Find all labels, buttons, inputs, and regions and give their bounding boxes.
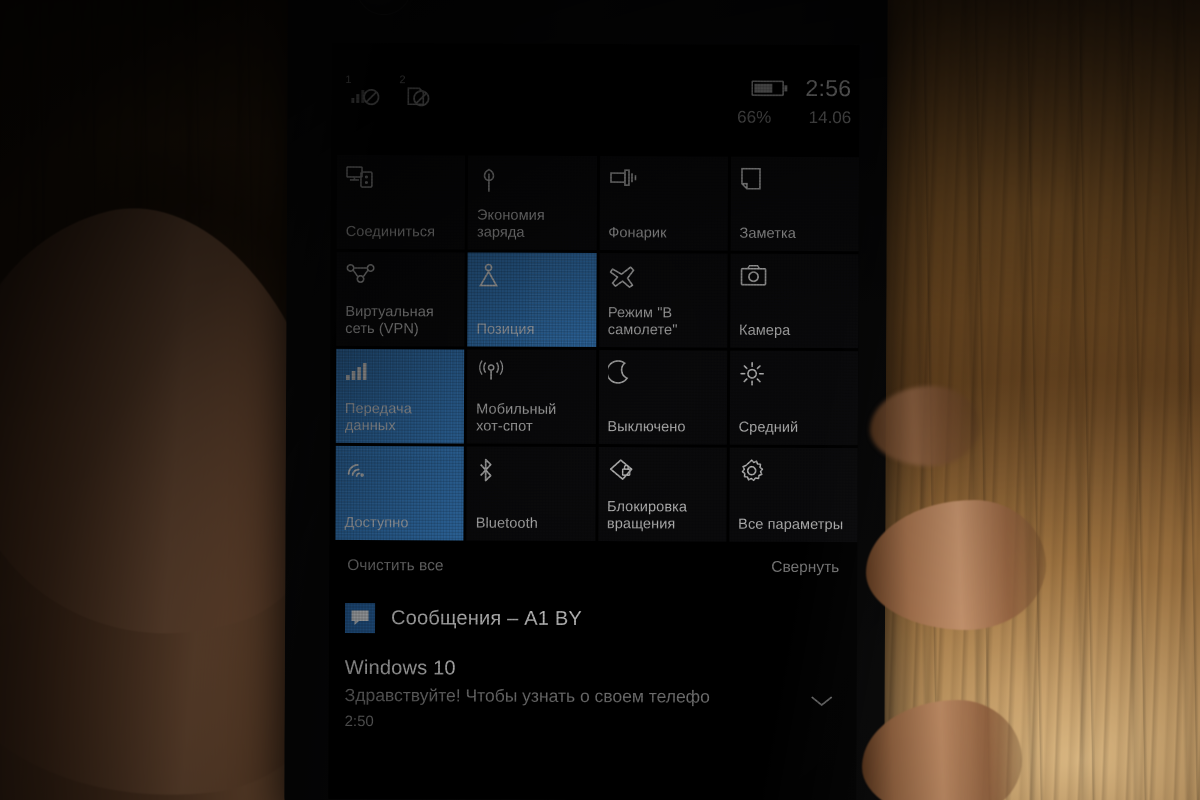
photo-scene: Microsoft 1 [0,0,1200,800]
photo-vignette [0,0,1200,800]
